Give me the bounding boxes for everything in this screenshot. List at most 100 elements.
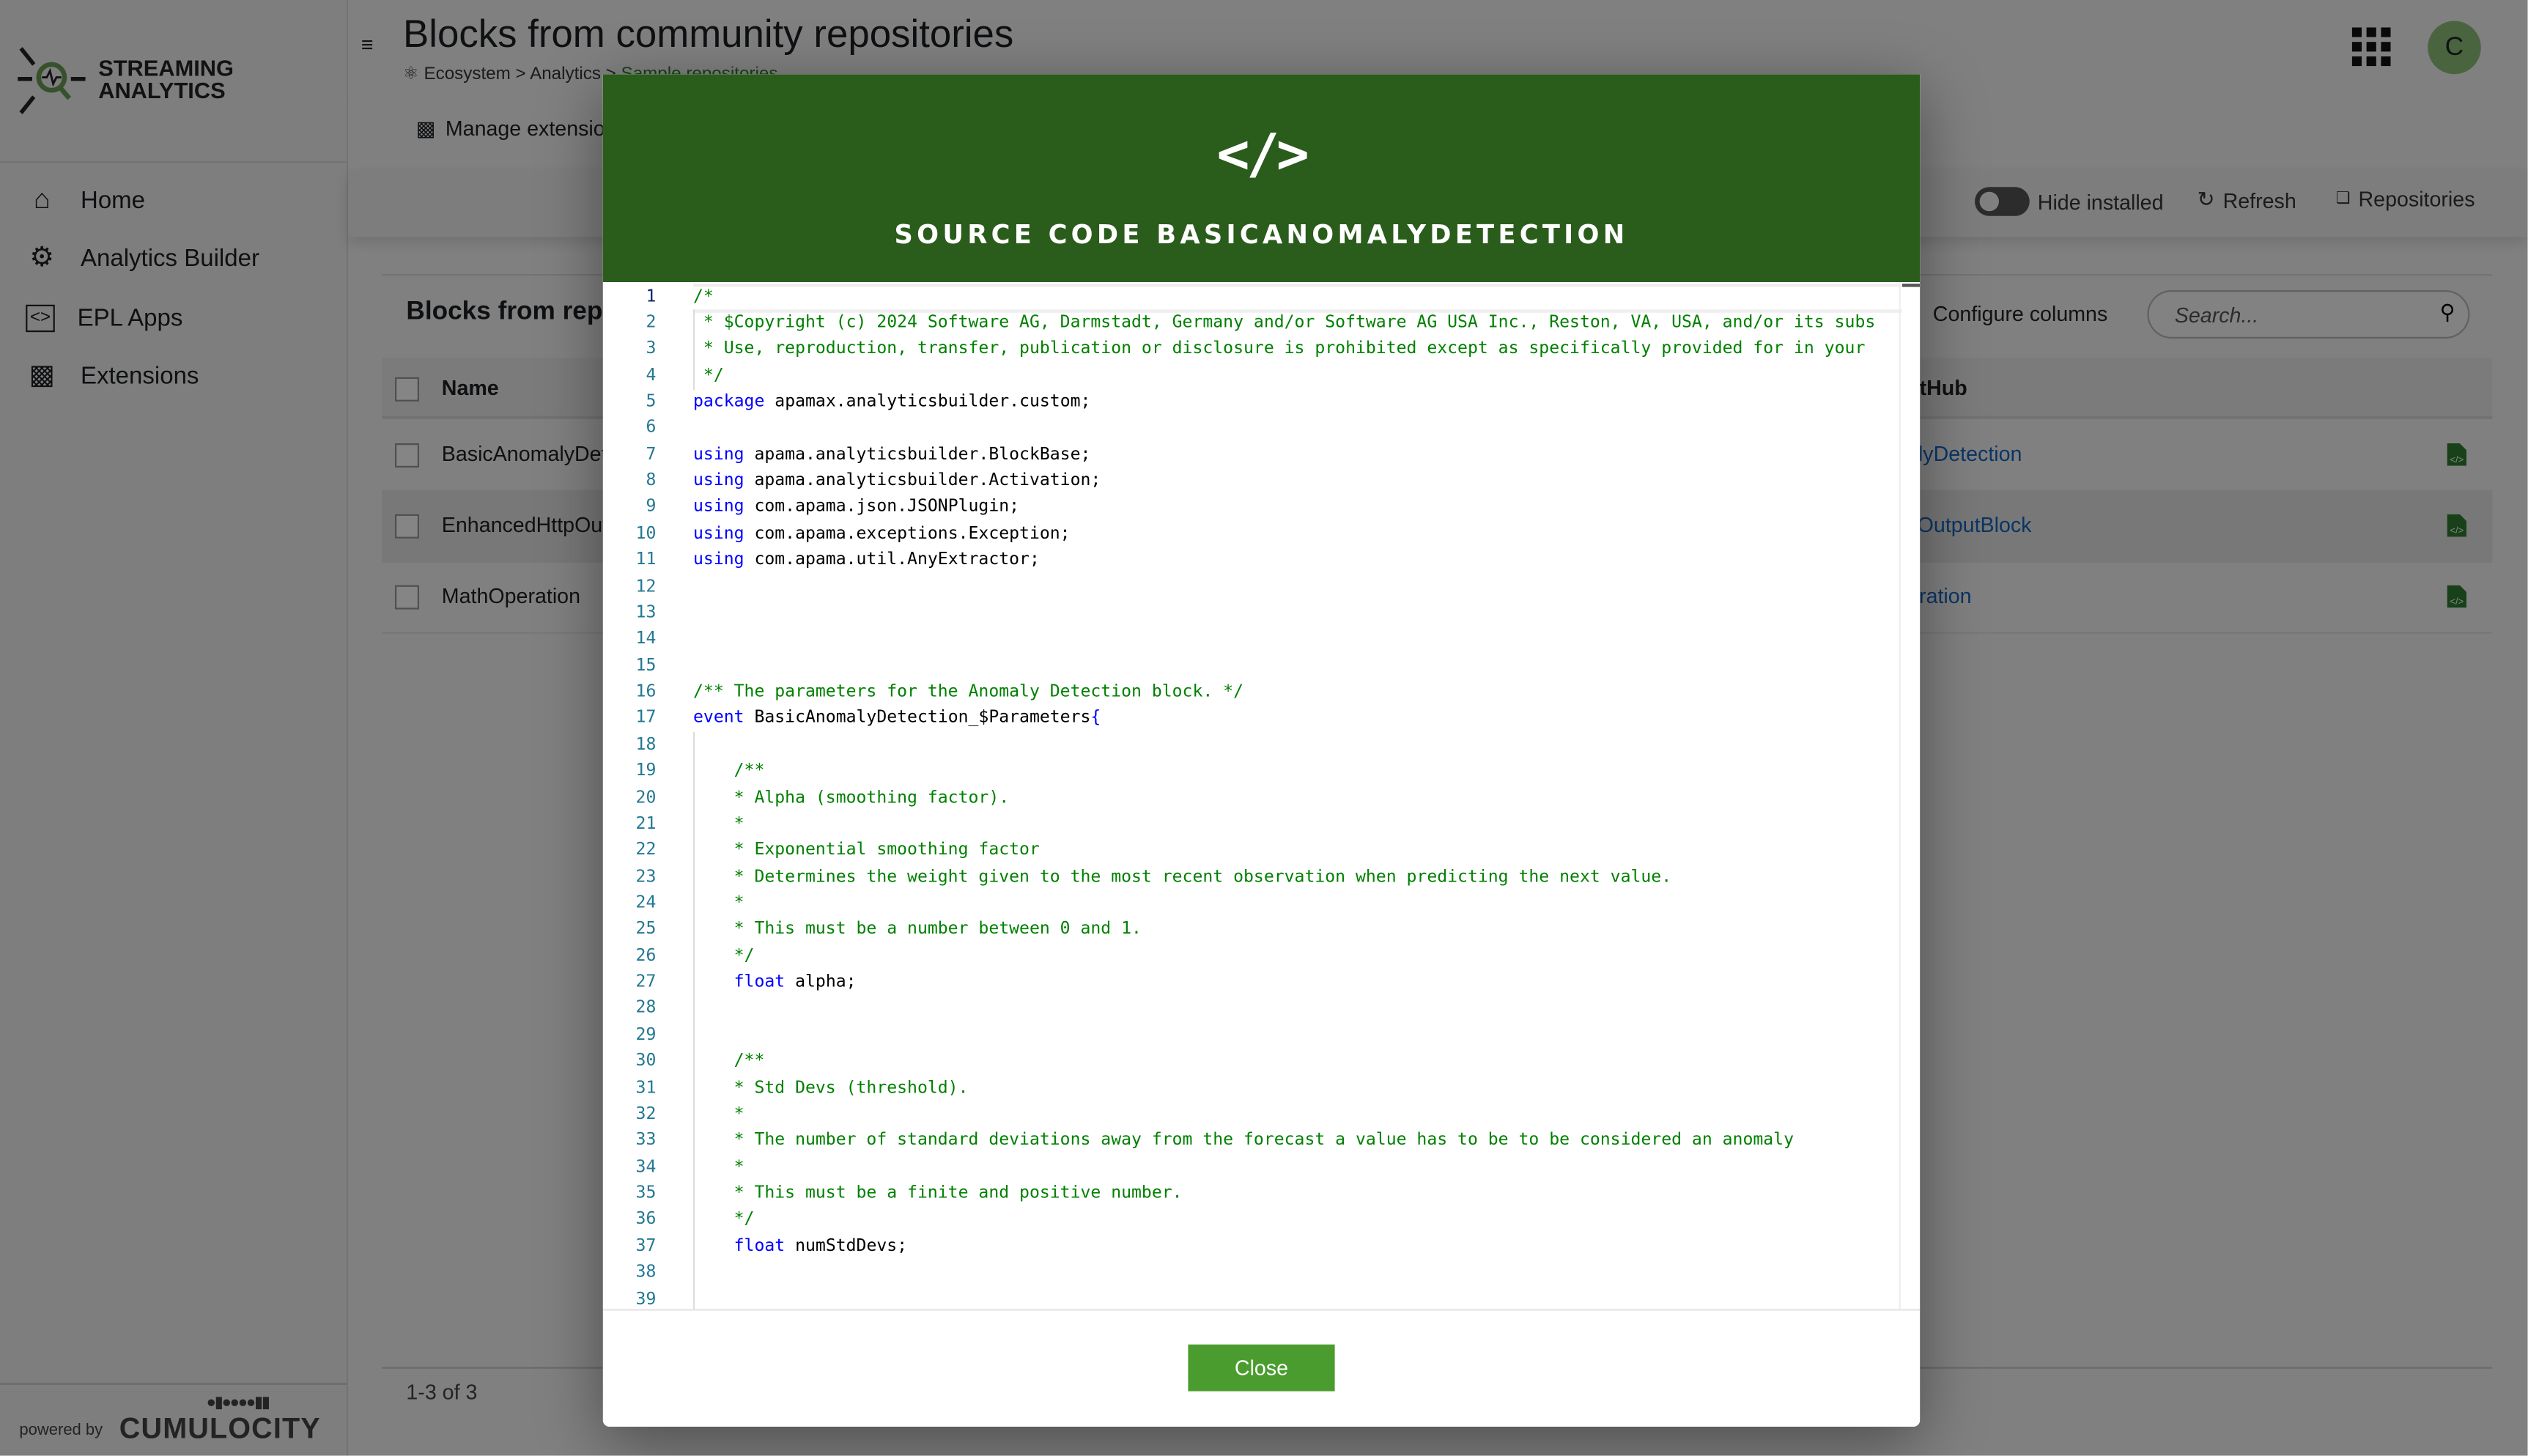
app-switcher-icon[interactable] xyxy=(2351,27,2391,74)
code-line: using apama.analyticsbuilder.Activation; xyxy=(693,468,1101,494)
code-editor[interactable]: 1 2 3 4 5 6 7 8 9 10 11 12 13 14 15 16 17 18 19 20 21 22 23 24 2… xyxy=(602,282,1921,1311)
select-all-checkbox[interactable] xyxy=(395,377,419,402)
tab-manage-extensions[interactable]: ▩ Manage extensions xyxy=(416,116,627,141)
row-checkbox[interactable] xyxy=(395,585,419,610)
puzzle-icon: ▩ xyxy=(415,116,436,141)
code-line: * xyxy=(693,810,744,837)
code-comment: /* xyxy=(693,286,714,306)
code-keyword: float xyxy=(693,1235,786,1256)
search-icon[interactable]: ⚲ xyxy=(2440,300,2455,325)
cumulocity-logo-icon: ●▮●●●●▮▮ xyxy=(206,1394,270,1413)
sidebar-item-home[interactable]: ⌂ Home xyxy=(26,180,145,219)
sidebar-item-extensions[interactable]: ▩ Extensions xyxy=(26,356,199,395)
search-input[interactable] xyxy=(2171,301,2420,329)
code-text: numStdDevs; xyxy=(785,1235,908,1256)
code-text: com.apama.json.JSONPlugin; xyxy=(744,497,1020,517)
code-text: BasicAnomalyDetection_$Parameters xyxy=(744,708,1091,728)
code-comment: /** The parameters for the Anomaly Detec… xyxy=(693,681,1244,702)
code-line: float numStdDevs; xyxy=(693,1233,907,1260)
code-comment: * xyxy=(693,1104,744,1124)
sidebar-item-epl-apps[interactable]: <> EPL Apps xyxy=(26,298,182,337)
breadcrumb-item[interactable]: Analytics xyxy=(530,64,601,84)
puzzle-icon: ▩ xyxy=(29,359,55,391)
sidebar-item-label: EPL Apps xyxy=(77,303,183,332)
user-avatar[interactable]: C xyxy=(2428,21,2481,75)
sidebar-item-analytics-builder[interactable]: ⚙ Analytics Builder xyxy=(26,239,259,278)
code-comment: * This must be a finite and positive num… xyxy=(693,1183,1183,1203)
scrollbar-thumb[interactable] xyxy=(1902,284,1921,287)
breadcrumb-item[interactable]: Ecosystem xyxy=(424,64,510,84)
source-code-file-icon[interactable]: </> xyxy=(2447,585,2466,608)
code-line: event BasicAnomalyDetection_$Parameters{ xyxy=(693,705,1101,731)
logo-line-2: ANALYTICS xyxy=(98,77,226,103)
code-keyword: using xyxy=(693,523,744,544)
row-checkbox[interactable] xyxy=(395,443,419,468)
code-line: using com.apama.json.JSONPlugin; xyxy=(693,494,1019,520)
sidebar-item-label: Extensions xyxy=(81,361,199,390)
refresh-button[interactable]: ↻ Refresh xyxy=(2198,187,2296,213)
code-comment: /** xyxy=(693,1051,765,1071)
sidebar-item-label: Analytics Builder xyxy=(81,244,259,272)
code-line: * xyxy=(693,890,744,916)
app-root: STREAMING ANALYTICS ⌂ Home ⚙ Analytics Buil… xyxy=(0,0,2528,1456)
code-text: apamax.analyticsbuilder.custom; xyxy=(764,391,1091,411)
source-code-modal: </> SOURCE CODE BASICANOMALYDETECTION 12… xyxy=(602,74,1921,1427)
code-comment: * Exponential smoothing factor xyxy=(693,840,1040,860)
code-line: /** xyxy=(693,1048,765,1074)
hide-installed-toggle[interactable]: Hide installed xyxy=(1975,187,2164,216)
row-checkbox[interactable] xyxy=(395,514,419,539)
code-comment: * Alpha (smoothing factor). xyxy=(693,787,1010,808)
row-name: MathOperation xyxy=(441,583,580,608)
code-line: * Alpha (smoothing factor). xyxy=(693,784,1010,810)
code-line: * This must be a number between 0 and 1. xyxy=(693,916,1142,942)
vertical-scrollbar[interactable] xyxy=(1899,282,1921,1309)
code-text: apama.analyticsbuilder.Activation; xyxy=(744,470,1101,490)
code-text: alpha; xyxy=(785,972,857,992)
code-line: * Exponential smoothing factor xyxy=(693,837,1040,863)
code-comment: */ xyxy=(693,1209,755,1230)
logo-line-1: STREAMING xyxy=(98,54,234,81)
code-line: * Determines the weight given to the mos… xyxy=(693,863,1672,890)
cumulocity-brand: CUMULOCITY xyxy=(119,1412,321,1445)
code-comment: */ xyxy=(693,365,724,385)
configure-columns-button[interactable]: Configure columns xyxy=(1933,301,2107,325)
code-comment: * Std Devs (threshold). xyxy=(693,1077,969,1098)
streaming-analytics-logo-icon xyxy=(16,45,87,117)
code-comment: * Use, reproduction, transfer, publicati… xyxy=(693,339,1866,358)
code-line: * Std Devs (threshold). xyxy=(693,1075,969,1101)
tab-label: Manage extensions xyxy=(445,116,627,141)
repositories-label: Repositories xyxy=(2358,187,2475,212)
source-code-file-icon[interactable]: </> xyxy=(2447,514,2466,537)
code-comment: */ xyxy=(693,945,755,966)
page-title: Blocks from community repositories xyxy=(403,12,1014,57)
search-field: ⚲ xyxy=(2147,290,2470,339)
toggle-sidebar-icon[interactable]: ≡ xyxy=(361,32,374,56)
pagination-count: 1-3 of 3 xyxy=(406,1380,478,1405)
code-keyword: using xyxy=(693,444,744,464)
refresh-icon: ↻ xyxy=(2197,187,2215,212)
analytics-builder-icon: ⚙ xyxy=(29,242,54,273)
code-comment: * $Copyright (c) 2024 Software AG, Darms… xyxy=(693,312,1876,332)
code-line: */ xyxy=(693,942,755,969)
code-keyword: { xyxy=(1090,708,1101,728)
code-line: */ xyxy=(693,362,724,388)
toggle-label: Hide installed xyxy=(2037,189,2164,214)
repositories-button[interactable]: ❏ Repositories xyxy=(2336,187,2475,211)
source-code-file-icon[interactable]: </> xyxy=(2447,443,2466,466)
code-line: /** The parameters for the Anomaly Detec… xyxy=(693,679,1243,705)
code-keyword: using xyxy=(693,497,744,517)
code-line: * The number of standard deviations away… xyxy=(693,1128,1794,1154)
code-keyword: using xyxy=(693,470,744,490)
code-keyword: package xyxy=(693,391,765,411)
column-header-name[interactable]: Name xyxy=(442,376,499,400)
code-comment: * Determines the weight given to the mos… xyxy=(693,866,1672,887)
sidebar-item-label: Home xyxy=(81,186,146,214)
code-text: com.apama.util.AnyExtractor; xyxy=(744,550,1040,570)
ecosystem-icon: ⚛ xyxy=(403,64,419,84)
code-line: using com.apama.exceptions.Exception; xyxy=(693,520,1071,547)
code-line: * Use, reproduction, transfer, publicati… xyxy=(693,336,1865,362)
close-button[interactable]: Close xyxy=(1188,1344,1335,1392)
toggle-switch[interactable] xyxy=(1975,187,2030,216)
epl-apps-icon: <> xyxy=(26,303,55,332)
divider xyxy=(0,161,347,163)
